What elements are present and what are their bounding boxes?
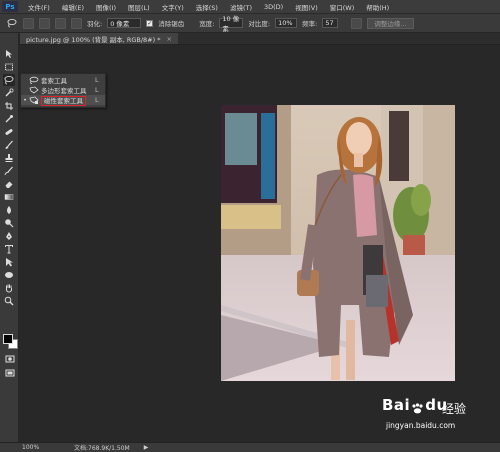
flyout-item-label: 磁性套索工具 [41,96,86,106]
polygonal-lasso-icon [29,86,39,94]
zoom-level[interactable]: 100% [22,444,44,451]
flyout-item-polygonal-lasso[interactable]: 多边形套索工具 L [21,85,105,95]
document-image[interactable] [221,105,455,381]
antialias-checkbox[interactable]: ✓ [146,19,154,27]
baidu-watermark: Bai du 经验 jingyan.baidu.com [382,396,498,438]
foreground-color-swatch[interactable] [3,334,13,344]
contrast-label: 对比度: [248,20,271,28]
watermark-url: jingyan.baidu.com [386,421,456,430]
move-tool-icon[interactable] [3,48,15,60]
flyout-item-magnetic-lasso[interactable]: • 磁性套索工具 L [21,95,105,106]
flyout-item-shortcut: L [95,86,99,94]
type-tool-icon[interactable] [3,243,15,255]
eyedropper-tool-icon[interactable] [3,113,15,125]
flyout-item-label: 套索工具 [41,77,67,85]
status-menu-arrow-icon[interactable]: ▶ [144,444,149,451]
menu-select[interactable]: 选择(S) [190,2,224,12]
healing-brush-tool-icon[interactable] [3,126,15,138]
width-input[interactable]: 10 像素 [219,15,244,33]
menu-view[interactable]: 视图(V) [289,2,324,12]
selected-bullet-icon: • [23,96,27,104]
quick-mask-icon[interactable] [4,353,16,365]
crop-tool-icon[interactable] [3,100,15,112]
menu-3d[interactable]: 3D(D) [258,3,289,11]
gradient-tool-icon[interactable] [3,191,15,203]
flyout-item-lasso[interactable]: 套索工具 L [21,75,105,85]
document-tab[interactable]: picture.jpg @ 100% (背景 副本, RGB/8#) * × [20,33,178,44]
menu-filter[interactable]: 滤镜(T) [224,2,258,12]
quick-select-tool-icon[interactable] [3,87,15,99]
flyout-item-shortcut: L [95,96,99,104]
magnetic-lasso-icon [29,96,39,104]
history-brush-tool-icon[interactable] [3,165,15,177]
menu-help[interactable]: 帮助(H) [360,2,395,12]
hand-tool-icon[interactable] [3,282,15,294]
tool-preset-lasso-icon[interactable] [6,17,18,29]
clone-stamp-tool-icon[interactable] [3,152,15,164]
screen-mode-icon[interactable] [4,367,16,379]
frequency-input[interactable]: 57 [322,18,339,28]
menu-image[interactable]: 图像(I) [90,2,122,12]
blur-tool-icon[interactable] [3,204,15,216]
contrast-input[interactable]: 10% [275,18,298,28]
menu-bar: Ps 文件(F) 编辑(E) 图像(I) 图层(L) 文字(Y) 选择(S) 滤… [0,0,500,14]
feather-input[interactable]: 0 像素 [107,18,142,28]
lasso-tool-icon[interactable] [3,73,15,86]
tablet-pressure-icon[interactable] [351,17,363,29]
width-label: 宽度: [199,20,215,28]
path-select-tool-icon[interactable] [3,256,15,268]
watermark-brand: Bai du [382,396,448,414]
new-selection-icon[interactable] [23,17,34,29]
menu-edit[interactable]: 编辑(E) [56,2,90,12]
menu-file[interactable]: 文件(F) [22,2,56,12]
shape-tool-icon[interactable] [3,269,15,281]
dodge-tool-icon[interactable] [3,217,15,229]
antialias-label: 消除锯齿 [158,20,185,28]
menu-layer[interactable]: 图层(L) [122,2,156,12]
brush-tool-icon[interactable] [3,139,15,151]
intersect-selection-icon[interactable] [71,17,82,29]
lasso-tool-flyout: 套索工具 L 多边形套索工具 L • 磁性套索工具 L [20,73,106,108]
flyout-item-shortcut: L [95,76,99,84]
frequency-label: 频率: [302,20,318,28]
menu-type[interactable]: 文字(Y) [156,2,190,12]
tools-panel [0,33,19,443]
options-bar: 羽化: 0 像素 ✓ 消除锯齿 宽度: 10 像素 对比度: 10% 频率: 5… [0,14,500,33]
watermark-cn: 经验 [442,402,467,416]
zoom-tool-icon[interactable] [3,295,15,307]
photo-illustration [221,105,455,381]
photoshop-logo: Ps [2,1,18,12]
pen-tool-icon[interactable] [3,230,15,242]
add-selection-icon[interactable] [39,17,50,29]
menu-window[interactable]: 窗口(W) [324,2,361,12]
paw-icon [411,400,424,414]
subtract-selection-icon[interactable] [55,17,66,29]
close-tab-icon[interactable]: × [166,35,171,43]
feather-label: 羽化: [87,20,103,28]
document-tab-title: picture.jpg @ 100% (背景 副本, RGB/8#) * [26,35,161,44]
flyout-item-label: 多边形套索工具 [41,87,87,95]
marquee-tool-icon[interactable] [3,61,15,73]
color-swatches[interactable] [3,334,18,349]
document-tab-bar: picture.jpg @ 100% (背景 副本, RGB/8#) * × [20,33,500,45]
eraser-tool-icon[interactable] [3,178,15,190]
lasso-icon [29,76,39,84]
refine-edge-button[interactable]: 调整边缘... [367,17,414,29]
